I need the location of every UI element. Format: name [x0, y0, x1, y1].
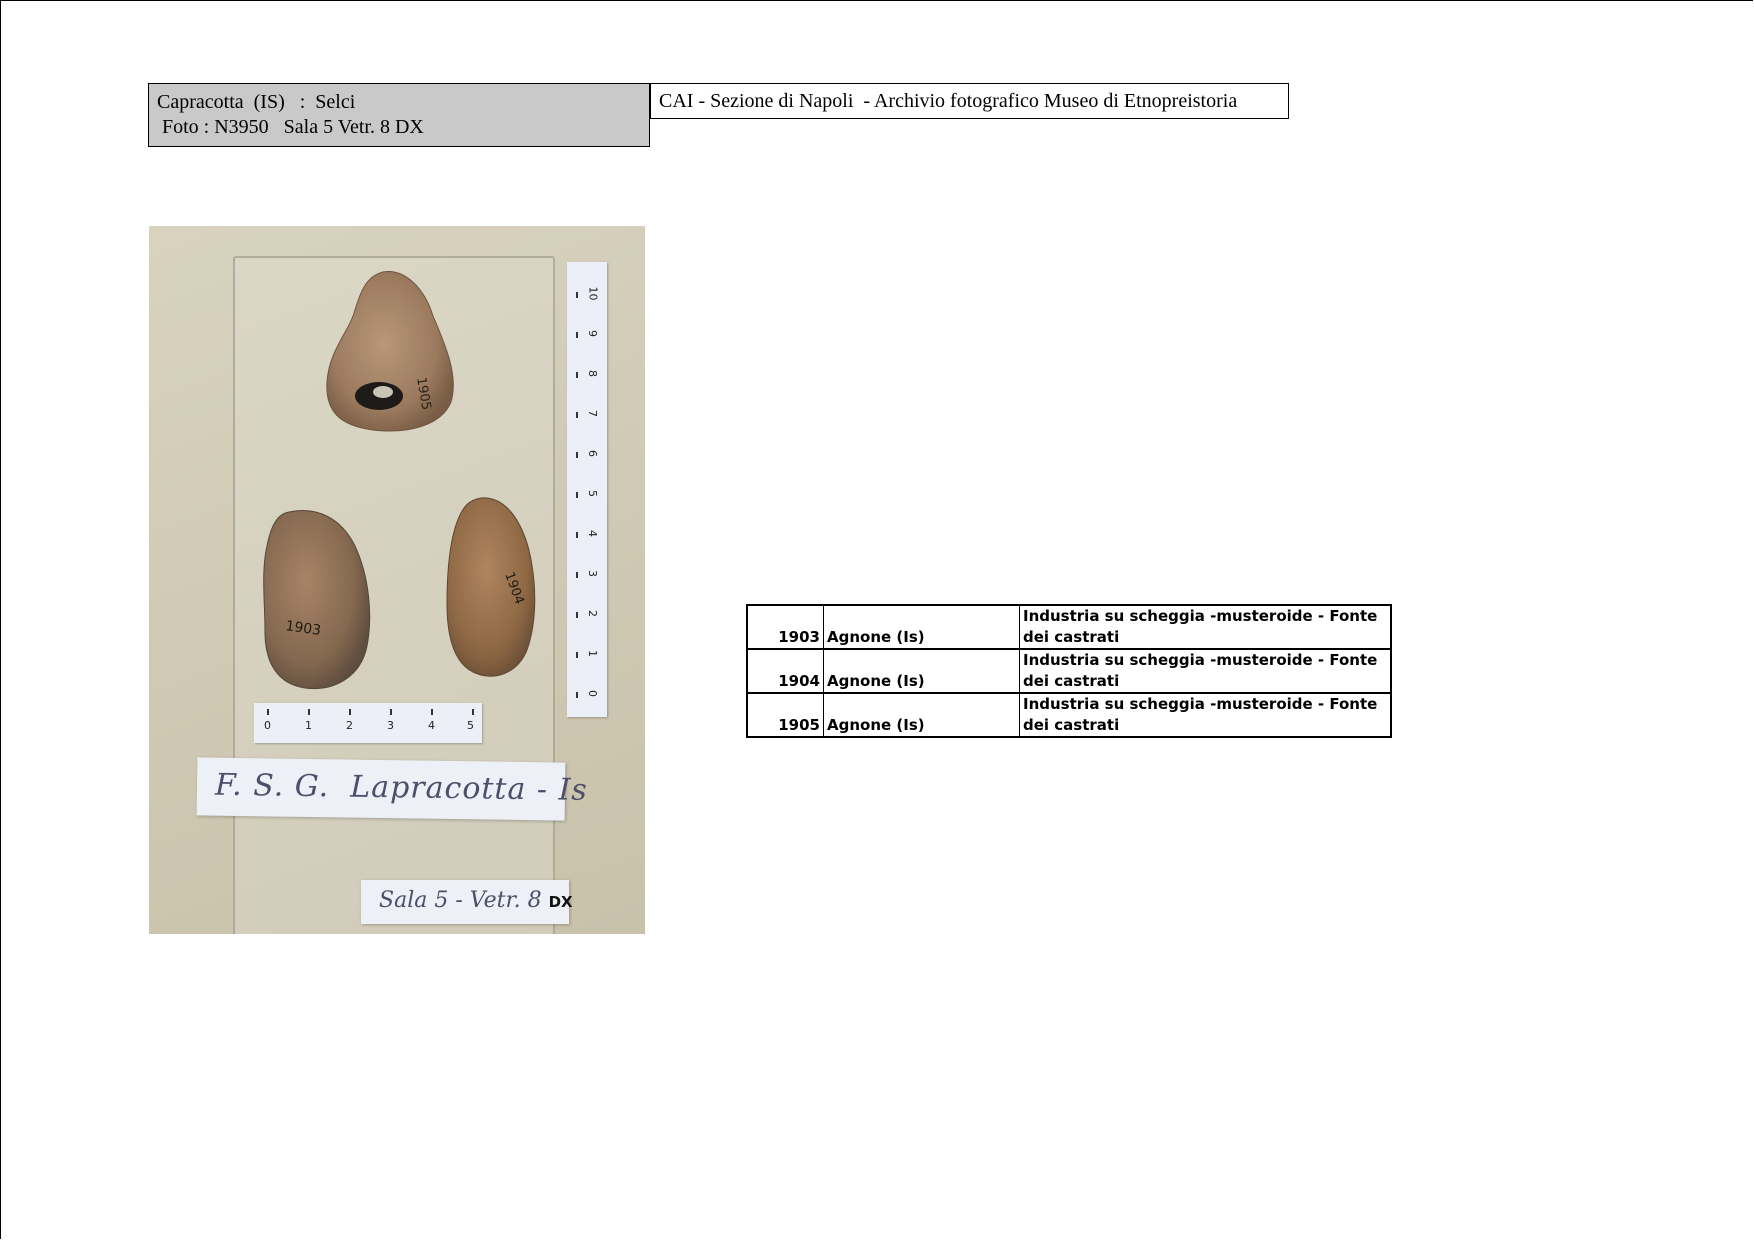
- catalog-header: Capracotta (IS) : Selci Foto : N3950 Sal…: [148, 83, 650, 147]
- ruler-v-label: 6: [586, 450, 599, 457]
- table-row: 1904 Agnone (Is) Industria su scheggia -…: [746, 648, 1392, 694]
- artifact-description: Industria su scheggia -musteroide - Font…: [1019, 648, 1392, 694]
- artifact-number: 1905: [746, 692, 824, 738]
- ruler-v-label: 9: [586, 330, 599, 337]
- artifact-description: Industria su scheggia -musteroide - Font…: [1019, 692, 1392, 738]
- ruler-v-label: 3: [586, 570, 599, 577]
- ruler-v-label: 7: [586, 410, 599, 417]
- ruler-v-label: 2: [586, 610, 599, 617]
- archive-header: CAI - Sezione di Napoli - Archivio fotog…: [650, 83, 1289, 119]
- table-row: 1905 Agnone (Is) Industria su scheggia -…: [746, 692, 1392, 738]
- artifact-table: 1903 Agnone (Is) Industria su scheggia -…: [746, 604, 1392, 738]
- artifact-number: 1904: [746, 648, 824, 694]
- handwritten-site-card: F. S. G. Lapracotta - Is: [196, 757, 588, 821]
- header-photo-ref: Foto : N3950 Sala 5 Vetr. 8 DX: [162, 116, 424, 138]
- handwritten-room-card: Sala 5 - Vetr. 8 DX: [361, 880, 573, 924]
- ruler-h-label: 5: [467, 719, 474, 732]
- artifact-number: 1903: [746, 604, 824, 650]
- artifact-place: Agnone (Is): [823, 604, 1020, 650]
- ruler-h-label: 3: [387, 719, 394, 732]
- ruler-v-label: 5: [586, 490, 599, 497]
- flint-artifact-1905: 1905: [326, 271, 454, 432]
- flint-artifact-1904: 1904: [446, 497, 536, 677]
- ruler-v-label: 8: [586, 370, 599, 377]
- table-row: 1903 Agnone (Is) Industria su scheggia -…: [746, 604, 1392, 650]
- room-card-text: Sala 5 - Vetr. 8: [379, 888, 549, 913]
- ruler-h-label: 1: [305, 719, 312, 732]
- room-card-suffix: DX: [548, 893, 573, 911]
- vertical-scale-ruler: 0 1 2 3 4 5 6 7 8 9 10: [567, 262, 607, 717]
- ruler-v-label: 0: [586, 690, 599, 697]
- ruler-v-label: 4: [586, 530, 599, 537]
- artifact-place: Agnone (Is): [823, 648, 1020, 694]
- ruler-h-label: 0: [264, 719, 271, 732]
- artifact-description: Industria su scheggia -musteroide - Font…: [1019, 604, 1392, 650]
- ruler-h-label: 2: [346, 719, 353, 732]
- horizontal-scale-ruler: 0 1 2 3 4 5: [254, 703, 482, 743]
- ruler-v-label: 10: [586, 286, 600, 301]
- ruler-v-label: 1: [586, 650, 599, 657]
- artifact-photo: 1905 1903 1904 0 1 2 3 4 5 6 7 8 9 10 0 …: [149, 226, 645, 934]
- ruler-h-label: 4: [428, 719, 435, 732]
- artifact-place: Agnone (Is): [823, 692, 1020, 738]
- flint-artifact-1903: 1903: [263, 510, 371, 690]
- header-title: Capracotta (IS) : Selci: [157, 91, 356, 113]
